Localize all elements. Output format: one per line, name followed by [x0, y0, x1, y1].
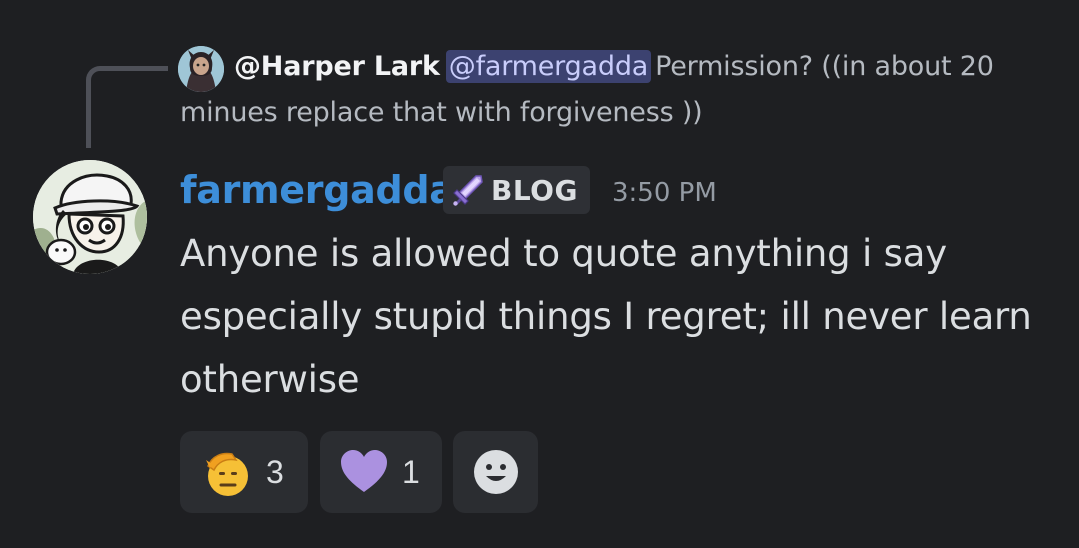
saluting-face-icon	[202, 446, 254, 498]
reaction-purple-heart[interactable]: 1	[320, 431, 442, 513]
reply-author-name[interactable]: @Harper Lark	[234, 51, 440, 82]
reaction-count: 1	[402, 453, 420, 490]
add-reaction-button[interactable]	[453, 431, 538, 513]
reply-preview[interactable]: @Harper Lark @farmergadda Permission? ((in…	[180, 44, 1060, 136]
server-tag-badge[interactable]: BLOG	[443, 166, 590, 214]
message-content: Anyone is allowed to quote anything i sa…	[180, 232, 1032, 401]
reply-mention[interactable]: @farmergadda	[445, 50, 652, 83]
message-timestamp[interactable]: 3:50 PM	[612, 176, 717, 210]
server-tag-label: BLOG	[491, 173, 578, 207]
reaction-count: 3	[266, 453, 284, 490]
author-avatar[interactable]	[33, 160, 147, 274]
reaction-saluting-face[interactable]: 3	[180, 431, 308, 513]
sword-icon	[451, 173, 485, 207]
reply-spine	[86, 66, 168, 148]
purple-heart-icon	[338, 446, 390, 498]
author-username[interactable]: farmergadda	[180, 163, 455, 217]
add-reaction-icon	[470, 446, 522, 498]
